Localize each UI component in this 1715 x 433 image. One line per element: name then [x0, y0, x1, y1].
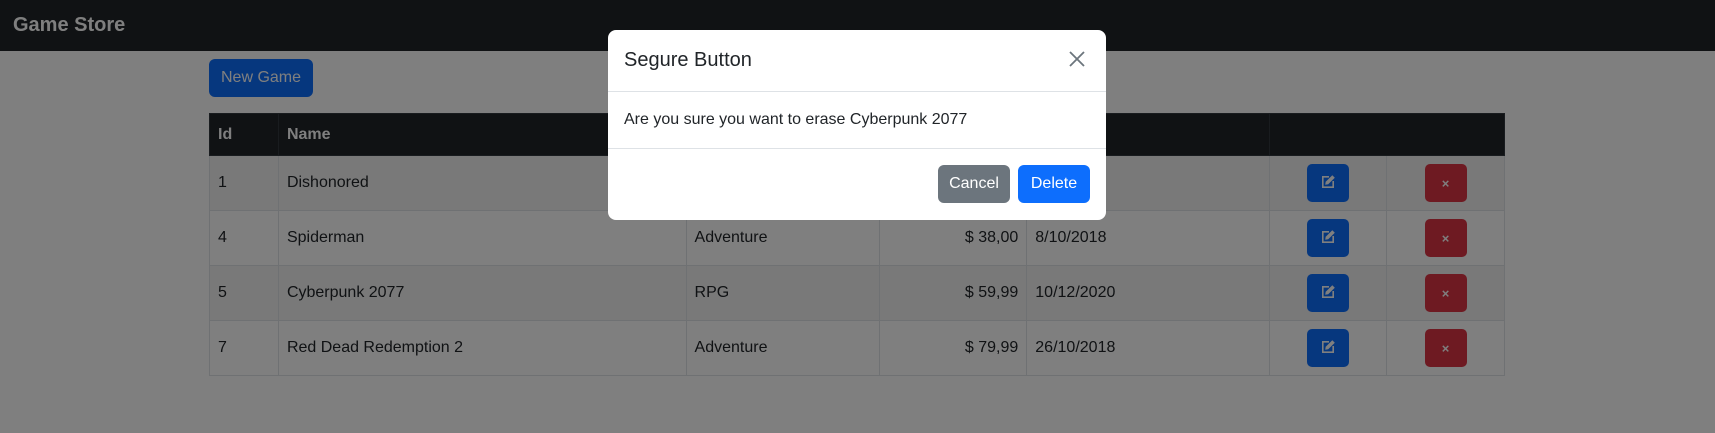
close-icon [1068, 50, 1086, 71]
close-button[interactable] [1063, 47, 1091, 75]
modal-body: Are you sure you want to erase Cyberpunk… [608, 92, 1106, 149]
delete-button[interactable]: Delete [1018, 165, 1090, 203]
modal-header: Segure Button [608, 30, 1106, 92]
modal-message: Are you sure you want to erase Cyberpunk… [624, 111, 968, 128]
modal-footer: Cancel Delete [608, 149, 1106, 219]
cancel-button[interactable]: Cancel [938, 165, 1010, 203]
confirm-delete-modal: Segure Button Are you sure you want to e… [608, 30, 1106, 220]
modal-title: Segure Button [624, 49, 752, 71]
